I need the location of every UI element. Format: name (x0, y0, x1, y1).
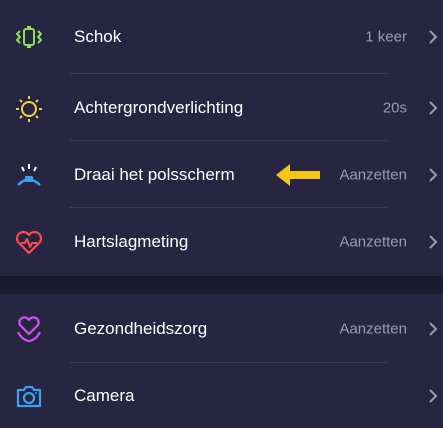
chevron-right-icon (427, 100, 439, 116)
settings-group-2: Gezondheidszorg Aanzetten Camera (0, 294, 443, 428)
heart-rate-icon (14, 227, 44, 257)
chevron-right-icon (427, 167, 439, 183)
setting-label: Draai het polsscherm (74, 164, 235, 184)
setting-value: 1 keer (365, 28, 407, 46)
health-heart-icon (14, 314, 44, 344)
shake-icon (14, 22, 44, 52)
setting-row-schok[interactable]: Schok 1 keer (0, 0, 443, 74)
wrist-raise-icon (14, 160, 44, 190)
setting-label: Camera (74, 385, 135, 405)
chevron-right-icon (427, 29, 439, 45)
setting-label: Gezondheidszorg (74, 318, 208, 338)
setting-row-achtergrondverlichting[interactable]: Achtergrondverlichting 20s (0, 74, 443, 141)
settings-group-1: Schok 1 keer Achtergrondverlichting 20s … (0, 0, 443, 276)
chevron-right-icon (427, 388, 439, 404)
setting-label: Schok (74, 27, 122, 46)
setting-label: Hartslagmeting (74, 232, 189, 251)
section-separator (0, 276, 443, 294)
setting-row-hartslagmeting[interactable]: Hartslagmeting Aanzetten (0, 208, 443, 276)
camera-icon (14, 381, 44, 411)
setting-row-draai-het-polsscherm[interactable]: Draai het polsscherm Aanzetten (0, 141, 443, 208)
chevron-right-icon (427, 321, 439, 337)
arrow-left-icon (276, 163, 320, 186)
setting-row-camera[interactable]: Camera (0, 363, 443, 428)
setting-value: 20s (382, 99, 407, 116)
setting-value: Aanzetten (339, 166, 407, 183)
setting-row-gezondheidszorg[interactable]: Gezondheidszorg Aanzetten (0, 294, 443, 363)
sun-icon (14, 93, 44, 123)
settings-list: Schok 1 keer Achtergrondverlichting 20s … (0, 0, 443, 428)
setting-value: Aanzetten (339, 233, 407, 251)
chevron-right-icon (427, 234, 439, 250)
setting-label: Achtergrondverlichting (74, 97, 244, 117)
setting-value: Aanzetten (339, 320, 407, 337)
